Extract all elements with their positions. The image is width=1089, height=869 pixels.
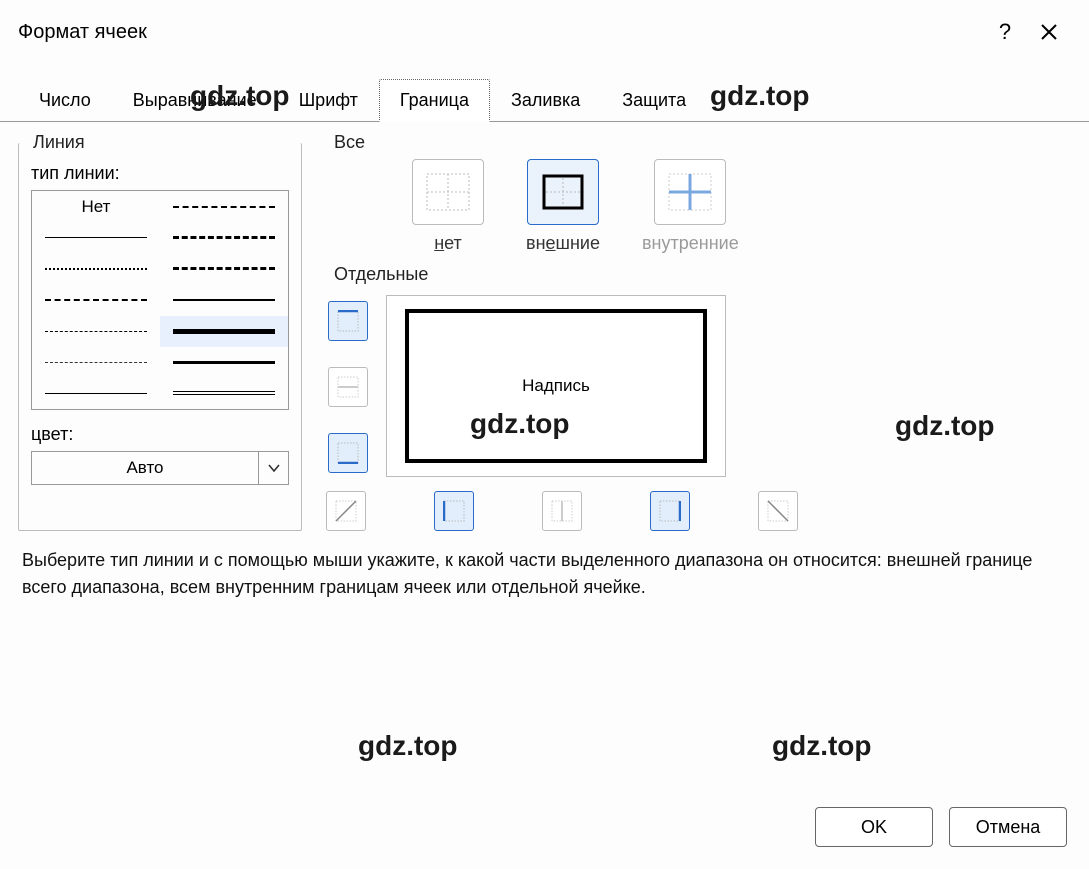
chevron-down-icon [258, 452, 288, 484]
border-middle-v-button[interactable] [542, 491, 582, 531]
close-button[interactable] [1027, 12, 1071, 52]
cancel-button[interactable]: Отмена [949, 807, 1067, 847]
color-value: Авто [32, 458, 258, 478]
border-middle-v-icon [551, 500, 573, 522]
border-bottom-icon [337, 442, 359, 464]
border-middle-h-button[interactable] [328, 367, 368, 407]
color-combo[interactable]: Авто [31, 451, 289, 485]
line-style-label: тип линии: [31, 163, 289, 184]
tab-font[interactable]: Шрифт [278, 79, 379, 122]
border-top-icon [337, 310, 359, 332]
dialog-title: Формат ячеек [18, 21, 147, 44]
line-style-thick[interactable] [160, 316, 288, 347]
preset-outline-label: внешние [526, 233, 600, 254]
tab-number[interactable]: Число [18, 79, 112, 122]
line-style-medium[interactable] [160, 284, 288, 315]
ok-button[interactable]: OK [815, 807, 933, 847]
tab-protection[interactable]: Защита [601, 79, 707, 122]
line-style-dashdotdot[interactable] [32, 347, 160, 378]
line-style-none[interactable]: Нет [32, 191, 160, 222]
tab-fill[interactable]: Заливка [490, 79, 601, 122]
preset-inside-icon [667, 172, 713, 212]
help-text: Выберите тип линии и с помощью мыши укаж… [0, 531, 1089, 601]
color-label: цвет: [31, 424, 289, 445]
line-style-dashed-thin[interactable] [32, 284, 160, 315]
close-icon [1040, 23, 1058, 41]
border-diag-up-button[interactable] [326, 491, 366, 531]
line-style-med-dash[interactable] [160, 222, 288, 253]
preset-none[interactable] [412, 159, 484, 225]
preset-none-icon [425, 172, 471, 212]
preview-text: Надпись [522, 376, 590, 396]
border-top-button[interactable] [328, 301, 368, 341]
preset-inside-label: внутренние [642, 233, 739, 254]
preset-none-label: нет [434, 233, 462, 254]
line-style-med-dashdot2[interactable] [160, 253, 288, 284]
border-left-button[interactable] [434, 491, 474, 531]
border-left-icon [443, 500, 465, 522]
preset-inside[interactable] [654, 159, 726, 225]
border-bottom-button[interactable] [328, 433, 368, 473]
border-preview[interactable]: Надпись [386, 295, 726, 477]
line-style-thin[interactable] [32, 378, 160, 409]
tab-bar: Число Выравнивание Шрифт Граница Заливка… [0, 78, 1089, 122]
diagonal-down-icon [767, 500, 789, 522]
line-style-dashdot[interactable] [32, 316, 160, 347]
tab-alignment[interactable]: Выравнивание [112, 79, 278, 122]
line-style-double[interactable] [160, 378, 288, 409]
line-group: Линия тип линии: Нет цвет: [18, 132, 302, 531]
line-group-label: Линия [27, 132, 91, 153]
presets-group: Все нет [320, 132, 1071, 264]
preset-outline[interactable] [527, 159, 599, 225]
tab-border[interactable]: Граница [379, 79, 490, 122]
watermark: gdz.top [358, 730, 458, 762]
presets-group-label: Все [328, 132, 371, 153]
diagonal-up-icon [335, 500, 357, 522]
line-style-med-dashdot[interactable] [160, 191, 288, 222]
individual-group: Отдельные Надпись [320, 264, 1071, 531]
line-style-thick2[interactable] [160, 347, 288, 378]
border-right-icon [659, 500, 681, 522]
border-diag-down-button[interactable] [758, 491, 798, 531]
watermark: gdz.top [772, 730, 872, 762]
line-style-dotted[interactable] [32, 253, 160, 284]
line-style-list[interactable]: Нет [31, 190, 289, 410]
preset-outline-icon [540, 172, 586, 212]
individual-group-label: Отдельные [328, 264, 434, 285]
help-button[interactable]: ? [983, 12, 1027, 52]
border-middle-h-icon [337, 376, 359, 398]
line-style-hair[interactable] [32, 222, 160, 253]
border-right-button[interactable] [650, 491, 690, 531]
